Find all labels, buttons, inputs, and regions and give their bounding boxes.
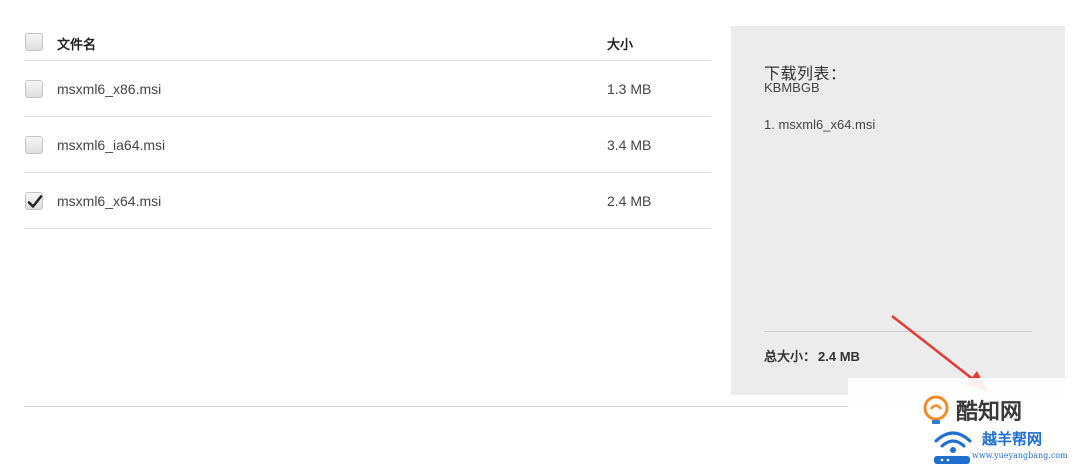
total-size: 总大小： 2.4 MB xyxy=(764,346,862,365)
watermark-text-2: 越羊帮网 xyxy=(982,430,1043,448)
lightbulb-icon xyxy=(923,395,949,424)
file-name: msxml6_x64.msi xyxy=(57,193,162,209)
watermark-logo-yueyang: 越羊帮网 www.yueyangbang.com xyxy=(930,425,1078,465)
file-table: 文件名 大小 msxml6_x86.msi 1.3 MB msxml6_ia64… xyxy=(24,23,711,229)
download-list-item: 1. msxml6_x64.msi xyxy=(764,117,876,132)
watermark-text-1: 酷知网 xyxy=(956,400,1023,425)
download-list-panel: 下载列表： KBMBGB 1. msxml6_x64.msi 总大小： 2.4 M… xyxy=(731,26,1065,395)
total-size-label: 总大小： xyxy=(764,349,817,364)
table-row[interactable]: msxml6_x64.msi 2.4 MB xyxy=(24,173,711,229)
column-header-name: 文件名 xyxy=(57,37,97,52)
download-list-subtitle: KBMBGB xyxy=(764,80,820,95)
file-name: msxml6_x86.msi xyxy=(57,81,162,97)
table-row[interactable]: msxml6_ia64.msi 3.4 MB xyxy=(24,117,711,173)
total-size-value: 2.4 MB xyxy=(818,349,860,364)
column-header-size: 大小 xyxy=(607,37,634,52)
divider xyxy=(24,406,924,407)
watermark-logo-kuzhi: 酷知网 xyxy=(920,394,1060,426)
file-name: msxml6_ia64.msi xyxy=(57,137,166,153)
select-all-checkbox[interactable] xyxy=(25,33,43,51)
checkmark-icon xyxy=(27,195,43,208)
table-header: 文件名 大小 xyxy=(24,23,711,61)
file-checkbox-ia64[interactable] xyxy=(25,136,43,154)
table-row[interactable]: msxml6_x86.msi 1.3 MB xyxy=(24,61,711,117)
file-size: 2.4 MB xyxy=(607,193,652,209)
file-checkbox-x64[interactable] xyxy=(25,192,43,210)
wifi-icon xyxy=(934,431,972,464)
divider xyxy=(764,331,1032,332)
file-size: 3.4 MB xyxy=(607,137,652,153)
watermark-url: www.yueyangbang.com xyxy=(972,451,1068,460)
file-size: 1.3 MB xyxy=(607,81,652,97)
file-checkbox-x86[interactable] xyxy=(25,80,43,98)
